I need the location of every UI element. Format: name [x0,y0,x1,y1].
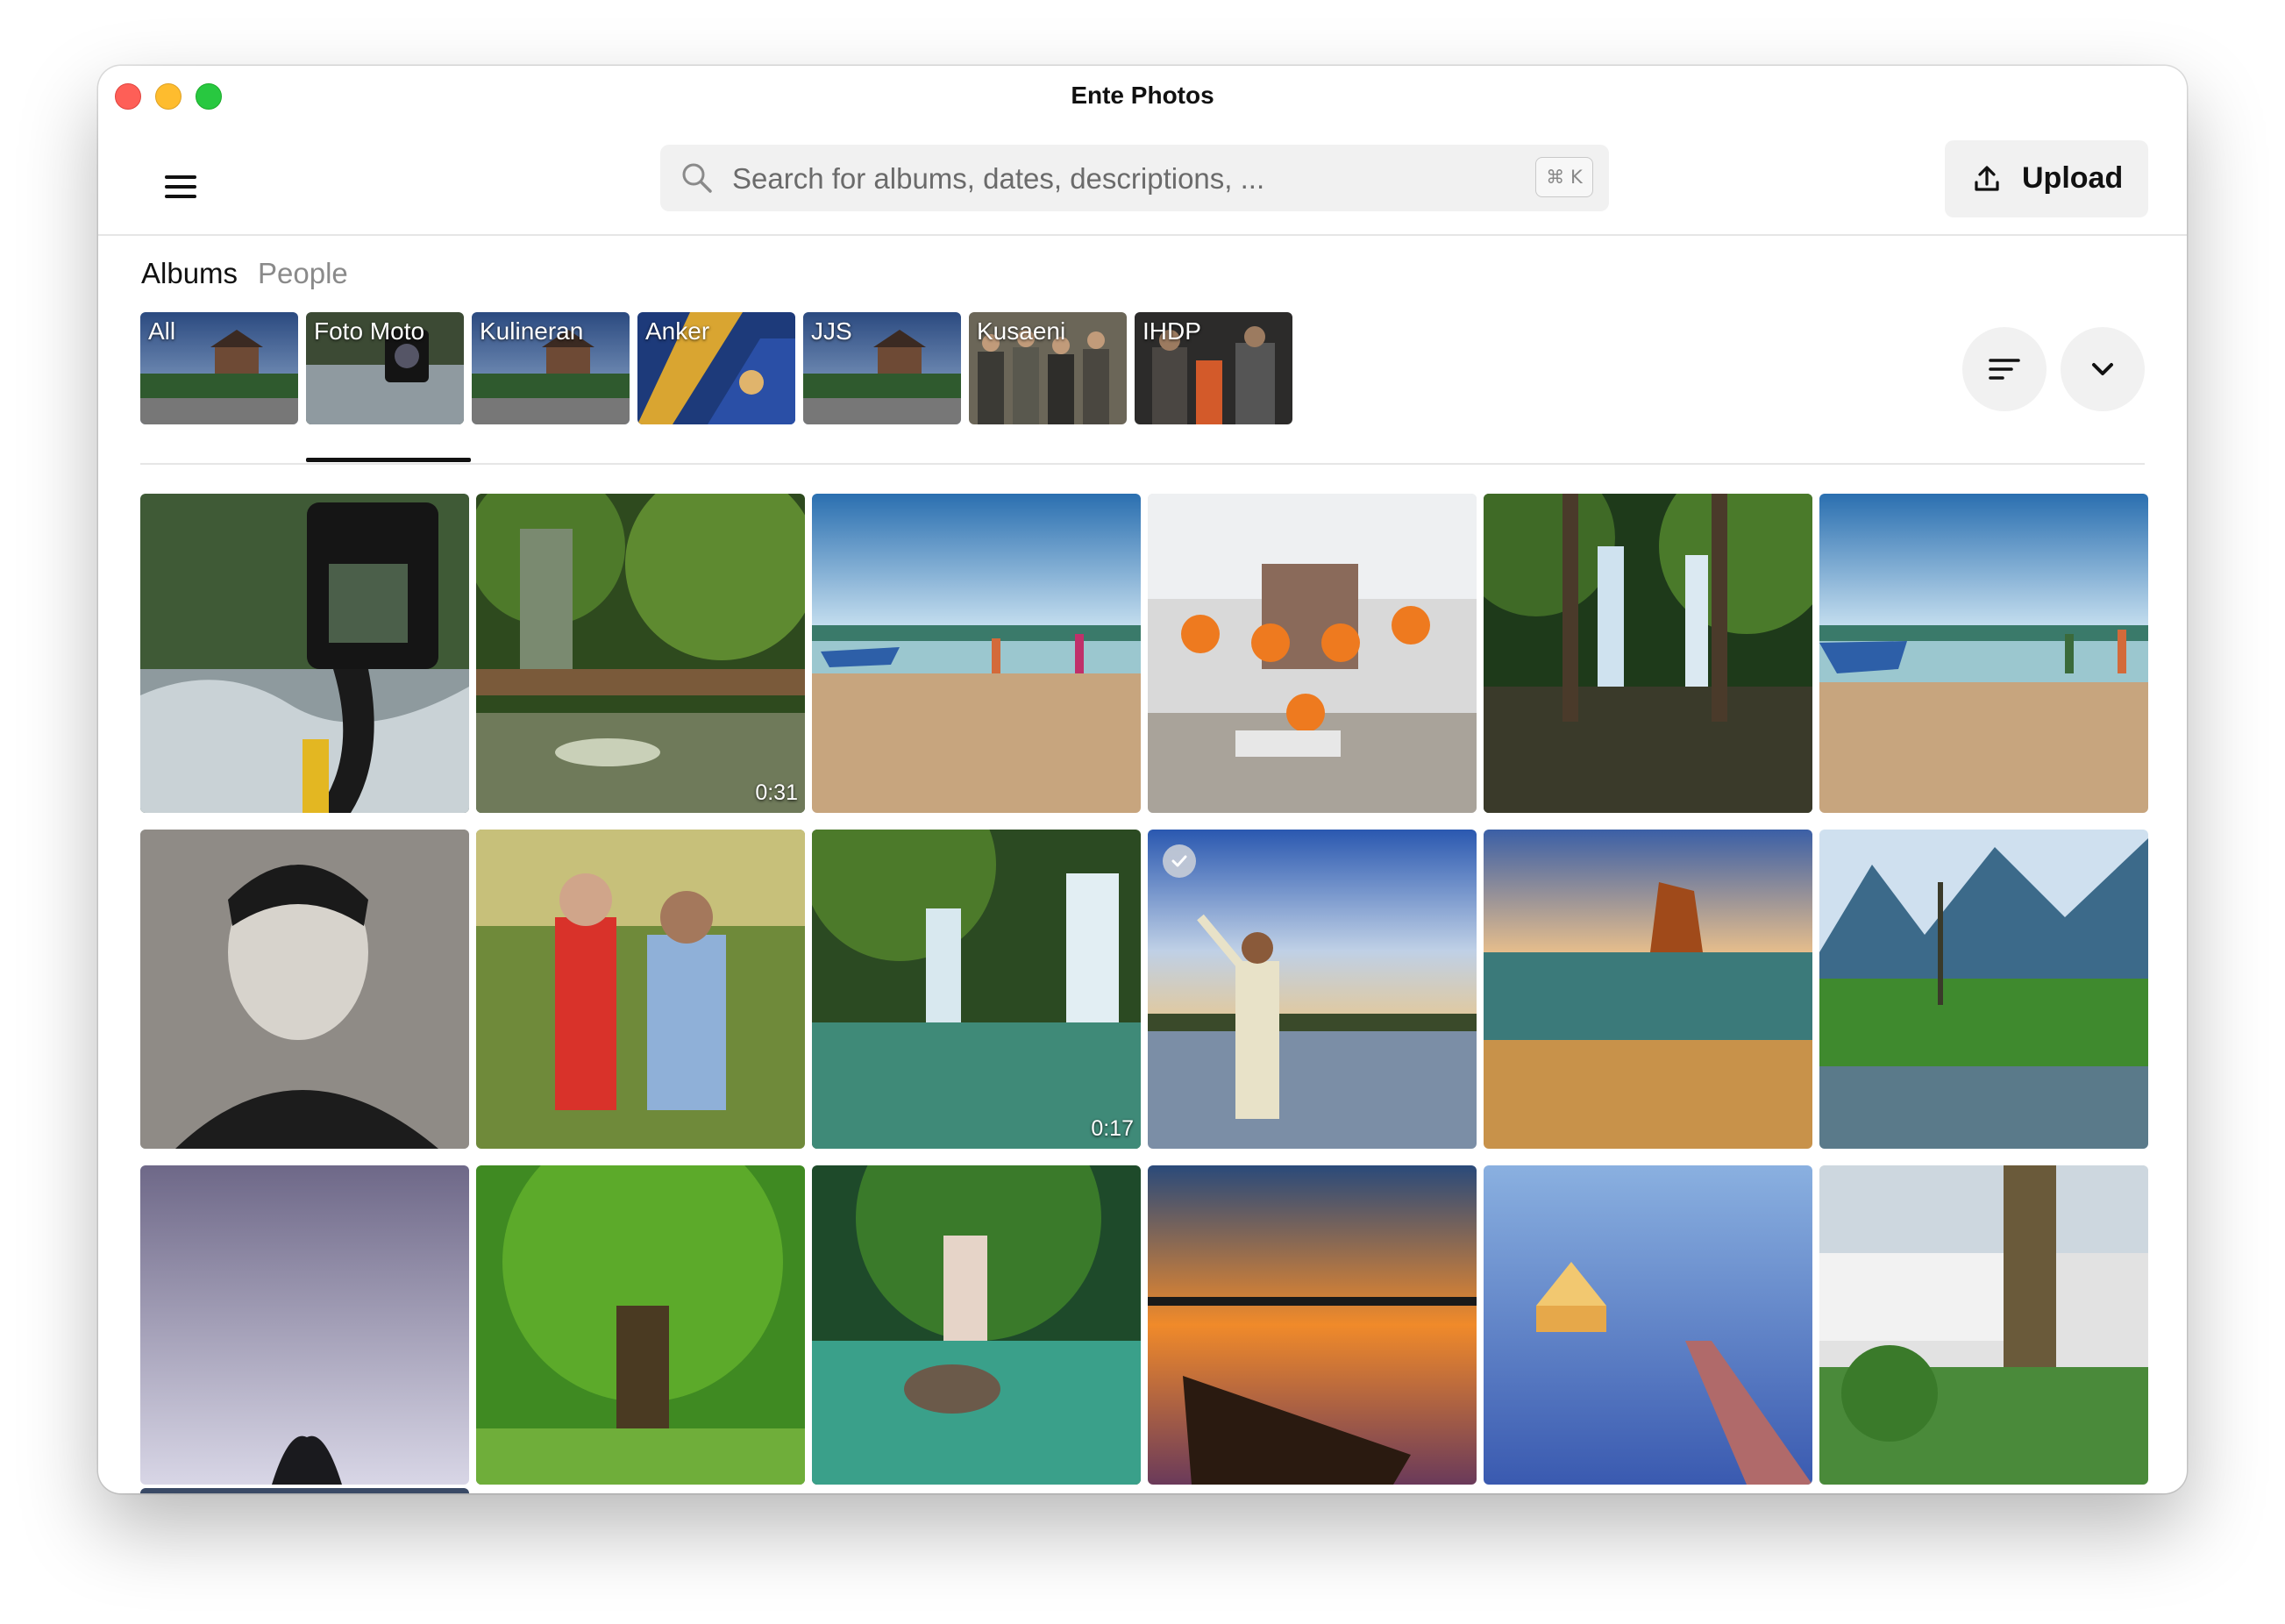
search-bar[interactable]: ⌘ K [660,145,1609,211]
photo-beach-boats-2 [1819,494,2148,813]
photo-tile[interactable] [1819,1165,2148,1485]
selected-album-indicator [306,458,471,462]
title-bar: Ente Photos [98,66,2187,129]
photo-tile[interactable] [140,830,469,1149]
menu-icon [165,175,196,179]
album-label-all: All [148,317,176,345]
photo-tile-partial[interactable] [140,1488,469,1493]
selected-check[interactable] [1163,844,1196,878]
tab-people[interactable]: People [258,257,348,290]
photo-tile[interactable] [1148,830,1477,1149]
upload-button[interactable]: Upload [1945,140,2148,217]
menu-button[interactable] [151,160,203,213]
photo-courtyard-tree [1819,1165,2148,1485]
expand-albums-button[interactable] [2061,327,2145,411]
search-shortcut-badge: ⌘ K [1535,157,1593,197]
checkmark-icon [1171,855,1187,867]
photo-waterfall-turtle-rock [812,1165,1141,1485]
window-title: Ente Photos [1071,82,1214,109]
photo-tile[interactable] [140,1165,469,1485]
album-label-jjs: JJS [811,317,852,345]
album-all[interactable]: All [140,312,298,424]
photo-waterfall-pool [812,830,1141,1149]
photo-tile[interactable]: 0:31 [476,494,805,813]
photo-sunset-boat [1148,1165,1477,1485]
photo-pier-dusk [1484,1165,1812,1485]
photo-man-pointing-sunset [1148,830,1477,1149]
album-anker[interactable]: Anker [637,312,795,424]
upload-label: Upload [2022,161,2124,195]
photo-tile[interactable] [812,494,1141,813]
app-window: Ente Photos ⌘ K Upload Albums People [98,66,2187,1493]
photo-jungle-stream [476,494,805,813]
video-duration: 0:17 [1091,1116,1134,1141]
photo-tile[interactable] [1484,494,1812,813]
photo-group-jump [1148,494,1477,813]
album-kusaeni[interactable]: Kusaeni [969,312,1127,424]
photo-tile[interactable] [1148,494,1477,813]
photo-tile[interactable] [1484,830,1812,1149]
album-ihdp[interactable]: IHDP [1135,312,1292,424]
photo-tile[interactable] [1819,830,2148,1149]
photo-tile[interactable] [140,494,469,813]
album-jjs[interactable]: JJS [803,312,961,424]
tab-albums[interactable]: Albums [141,257,238,290]
album-label-anker: Anker [645,317,710,345]
photo-portrait-sketch [140,830,469,1149]
photo-beach-boats [812,494,1141,813]
photo-couple-golf [476,830,805,1149]
album-foto-moto[interactable]: Foto Moto [306,312,464,424]
header-divider [98,234,2187,236]
album-kulineran[interactable]: Kulineran [472,312,630,424]
sort-icon [1989,359,2020,380]
chevron-down-icon [2092,363,2113,375]
album-strip-divider [140,463,2145,465]
photo-tile[interactable] [812,1165,1141,1485]
photo-tile[interactable] [1819,494,2148,813]
photo-tile[interactable] [476,1165,805,1485]
photo-big-tree [476,1165,805,1485]
album-label-kulineran: Kulineran [480,317,584,345]
photo-tile[interactable] [1484,1165,1812,1485]
video-duration: 0:31 [755,780,798,805]
photo-forest-waterfall [1484,494,1812,813]
album-label-kusaeni: Kusaeni [977,317,1066,345]
album-label-foto-moto: Foto Moto [314,317,425,345]
photo-tile[interactable]: 0:17 [812,830,1141,1149]
search-input[interactable] [730,152,1488,206]
album-label-ihdp: IHDP [1142,317,1201,345]
search-icon [682,163,712,193]
photo-camera-waterfall [140,494,469,813]
photo-tile[interactable] [1148,1165,1477,1485]
photo-tile[interactable] [476,830,805,1149]
photo-purple-sky [140,1165,469,1485]
upload-icon [1975,166,1999,191]
photo-rock-sea-sunset [1484,830,1812,1149]
sort-button[interactable] [1962,327,2047,411]
photo-mountain-pond [1819,830,2148,1149]
